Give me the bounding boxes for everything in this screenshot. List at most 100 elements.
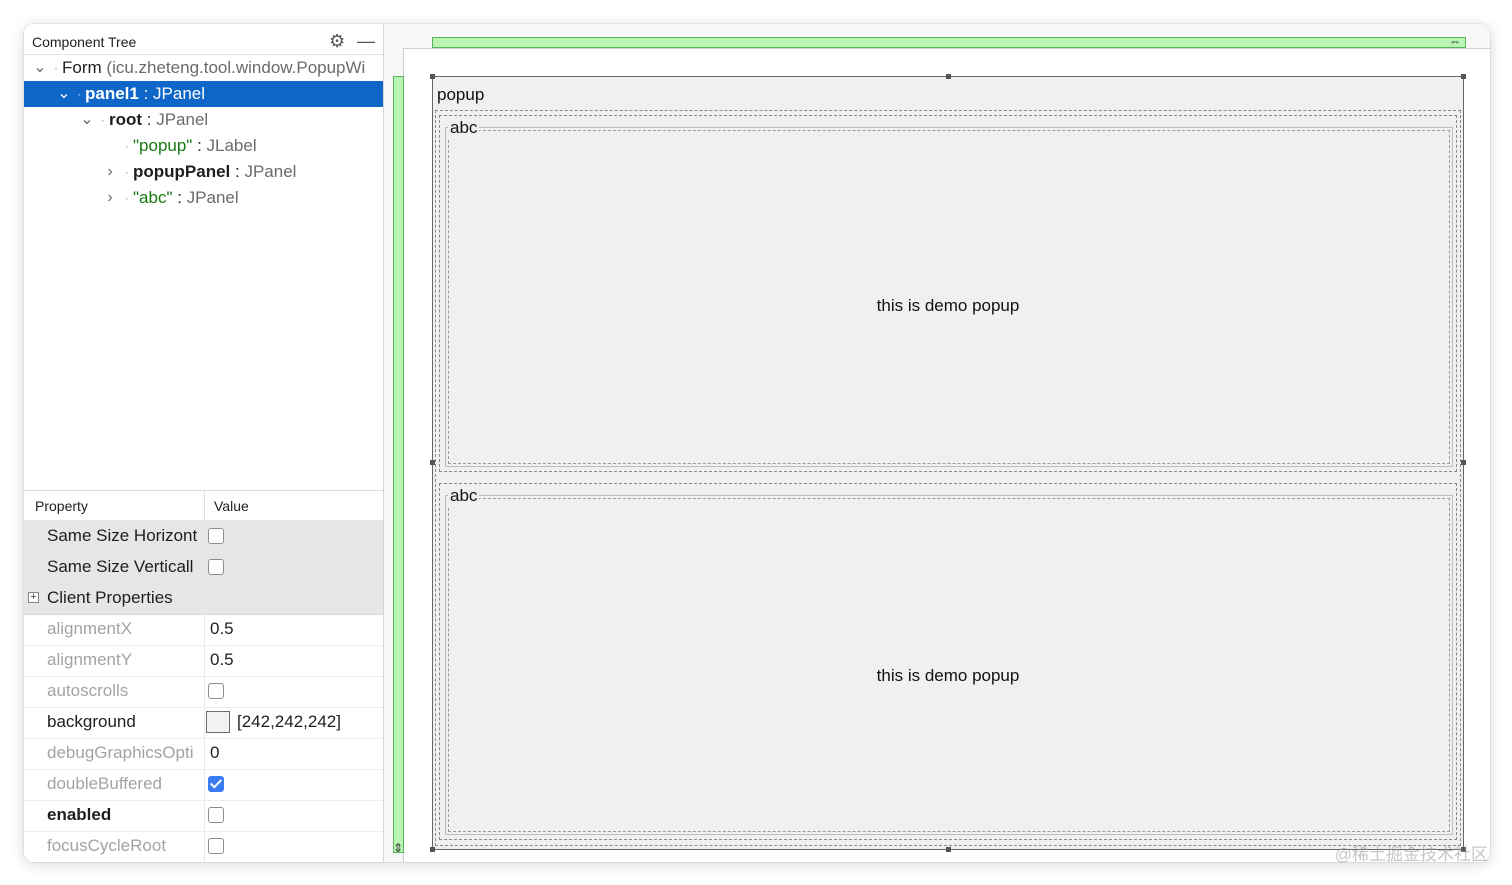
gear-icon[interactable]: ⚙: [329, 32, 345, 50]
alignmentx-value[interactable]: 0.5: [210, 619, 234, 639]
tree-node-separator: :: [142, 110, 157, 129]
tree-node-type: (icu.zheteng.tool.window.PopupWi: [106, 58, 366, 77]
property-name: alignmentX: [47, 619, 133, 638]
tree-connector: ·: [101, 113, 105, 127]
property-row-debuggraphicsoptions[interactable]: debugGraphicsOpti 0: [24, 738, 383, 770]
resize-handle[interactable]: [430, 847, 435, 852]
enabled-checkbox[interactable]: [208, 807, 224, 823]
autoscrolls-checkbox[interactable]: [208, 683, 224, 699]
focuscycleroot-checkbox[interactable]: [208, 838, 224, 854]
chevron-down-icon[interactable]: ⌄: [56, 81, 72, 107]
tree-node-type: JPanel: [156, 110, 209, 129]
resize-vertical-icon[interactable]: ⇕: [393, 841, 403, 855]
form-designer: ⇔ ⇕ popup abc this is demo popup abc thi…: [384, 24, 1490, 862]
resize-horizontal-icon[interactable]: ⇔: [1449, 34, 1461, 48]
tree-connector: ·: [125, 191, 129, 205]
doublebuffered-checkbox[interactable]: [208, 776, 224, 792]
property-name: enabled: [47, 805, 112, 824]
property-row-autoscrolls[interactable]: autoscrolls: [24, 676, 383, 708]
watermark-text: @稀土掘金技术社区: [1334, 845, 1488, 864]
property-row-same-size-vertical[interactable]: Same Size Verticall: [24, 552, 383, 584]
tree-node-root[interactable]: ⌄ · root : JPanel: [24, 107, 383, 133]
property-name: autoscrolls: [47, 681, 129, 700]
root-panel[interactable]: popup abc this is demo popup abc this is…: [430, 74, 1466, 852]
tree-node-type: JPanel: [186, 188, 239, 207]
property-name: alignmentY: [47, 650, 133, 669]
background-color-swatch[interactable]: [206, 711, 230, 733]
property-name: background: [47, 712, 136, 731]
tree-node-type: JPanel: [244, 162, 297, 181]
tree-node-separator: :: [172, 188, 187, 207]
property-name: debugGraphicsOpti: [47, 743, 194, 762]
resize-handle[interactable]: [1461, 74, 1466, 79]
property-row-doublebuffered[interactable]: doubleBuffered: [24, 769, 383, 801]
background-value[interactable]: [242,242,242]: [237, 712, 341, 732]
component-tree-panel: Component Tree ⚙ — ⌄ · Form (icu.zheteng…: [24, 24, 384, 862]
property-row-enabled[interactable]: enabled: [24, 800, 383, 832]
property-row-focuscycleroot[interactable]: focusCycleRoot: [24, 831, 383, 862]
tree-node-name: Form: [62, 58, 102, 77]
tree-node-abc[interactable]: › · "abc" : JPanel: [24, 185, 383, 211]
tree-node-name: "popup": [133, 136, 193, 155]
abc-panel[interactable]: abc this is demo popup: [439, 483, 1457, 840]
debuggraphicsoptions-value[interactable]: 0: [210, 743, 219, 763]
value-column-header[interactable]: Value: [214, 498, 249, 514]
tree-node-name: panel1: [85, 84, 139, 103]
tree-node-type: JLabel: [206, 136, 257, 155]
alignmenty-value[interactable]: 0.5: [210, 650, 234, 670]
tree-node-panel1[interactable]: ⌄ · panel1 : JPanel: [24, 81, 383, 107]
demo-text-label[interactable]: this is demo popup: [440, 296, 1456, 316]
chevron-down-icon[interactable]: ⌄: [79, 107, 95, 133]
property-row-alignmentx[interactable]: alignmentX 0.5: [24, 614, 383, 646]
tree-node-type: JPanel: [153, 84, 206, 103]
titled-border-label: abc: [448, 486, 480, 506]
popup-panel[interactable]: abc this is demo popup abc this is demo …: [435, 110, 1461, 846]
resize-handle[interactable]: [1461, 460, 1466, 465]
property-name: focusCycleRoot: [47, 836, 167, 855]
chevron-right-icon[interactable]: ›: [102, 159, 118, 185]
property-name: Same Size Horizont: [47, 526, 198, 545]
chevron-down-icon[interactable]: ⌄: [32, 55, 48, 81]
properties-table: Property Value Same Size Horizont Same S…: [24, 490, 383, 862]
same-size-horizontal-checkbox[interactable]: [208, 528, 224, 544]
tree-node-popup-label[interactable]: · "popup" : JLabel: [24, 133, 383, 159]
property-name: Client Properties: [47, 588, 173, 607]
resize-handle[interactable]: [946, 74, 951, 79]
popup-label[interactable]: popup: [437, 85, 484, 105]
minimize-icon[interactable]: —: [357, 32, 375, 50]
component-tree-title: Component Tree: [32, 34, 137, 50]
resize-handle[interactable]: [946, 847, 951, 852]
expand-plus-icon[interactable]: +: [28, 592, 39, 603]
property-row-client-properties[interactable]: + Client Properties: [24, 583, 383, 615]
property-row-alignmenty[interactable]: alignmentY 0.5: [24, 645, 383, 677]
property-row-background[interactable]: background [242,242,242]: [24, 707, 383, 739]
ide-window: Component Tree ⚙ — ⌄ · Form (icu.zheteng…: [24, 24, 1490, 862]
tree-node-name: popupPanel: [133, 162, 231, 181]
tree-connector: ·: [54, 61, 58, 75]
same-size-vertical-checkbox[interactable]: [208, 559, 224, 575]
tree-connector: ·: [77, 87, 81, 101]
column-divider[interactable]: [204, 491, 205, 520]
tree-node-name: root: [109, 110, 143, 129]
tree-node-separator: :: [230, 162, 245, 181]
tree-node-popuppanel[interactable]: › · popupPanel : JPanel: [24, 159, 383, 185]
properties-header: Property Value: [24, 491, 383, 521]
component-tree-header: Component Tree ⚙ —: [24, 27, 383, 55]
abc-panel[interactable]: abc this is demo popup: [439, 115, 1457, 472]
tree-node-form[interactable]: ⌄ · Form (icu.zheteng.tool.window.PopupW…: [24, 55, 383, 81]
tree-connector: ·: [125, 165, 129, 179]
horizontal-size-strip[interactable]: ⇔: [432, 34, 1466, 48]
tree-connector: ·: [125, 139, 129, 153]
property-name: doubleBuffered: [47, 774, 163, 793]
demo-text-label[interactable]: this is demo popup: [440, 666, 1456, 686]
tree-node-separator: :: [192, 136, 207, 155]
tree-node-separator: :: [138, 84, 154, 103]
titled-border-label: abc: [448, 118, 480, 138]
resize-handle[interactable]: [430, 74, 435, 79]
chevron-right-icon[interactable]: ›: [102, 185, 118, 211]
property-row-same-size-horizontal[interactable]: Same Size Horizont: [24, 521, 383, 553]
property-name: Same Size Verticall: [47, 557, 194, 576]
tree-node-name: "abc": [133, 188, 173, 207]
vertical-size-strip[interactable]: ⇕: [393, 76, 404, 855]
property-column-header[interactable]: Property: [35, 498, 88, 514]
